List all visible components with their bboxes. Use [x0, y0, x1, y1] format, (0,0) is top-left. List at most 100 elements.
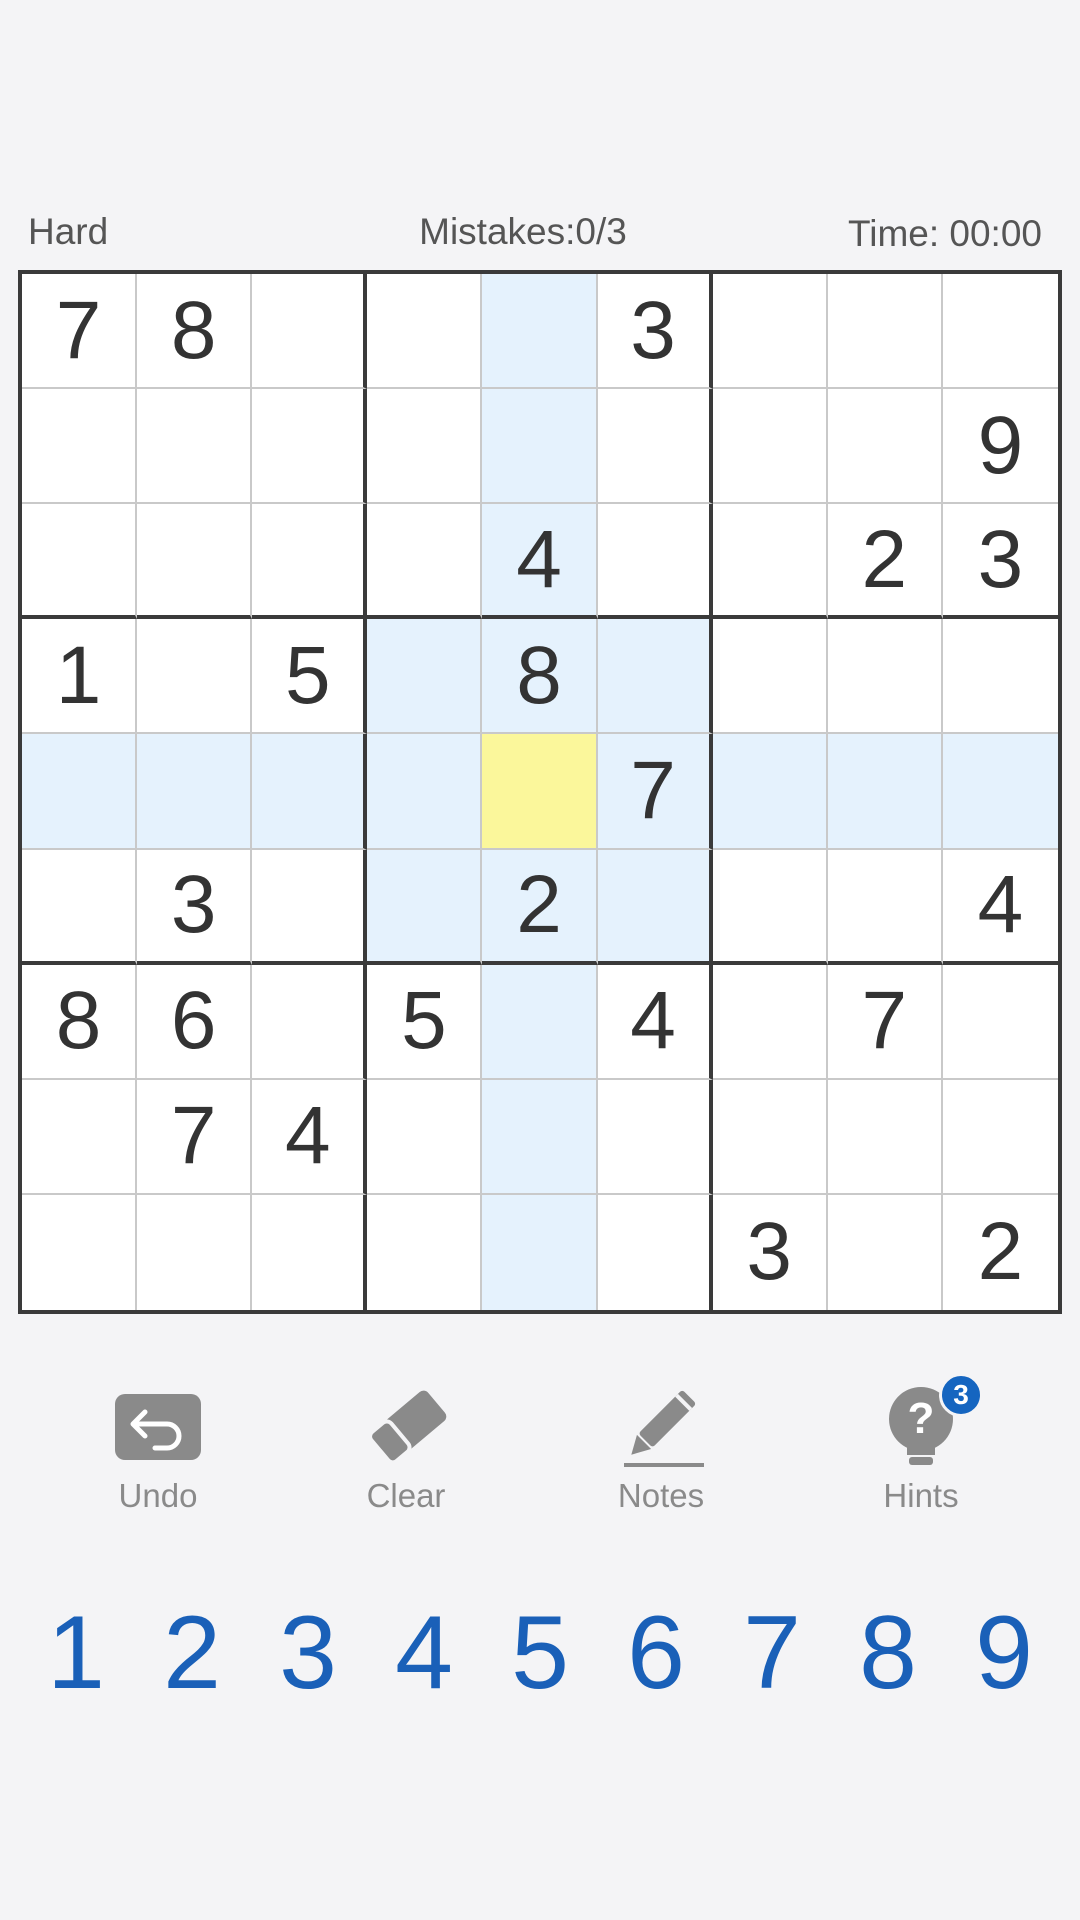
sudoku-cell-r6c5[interactable]: 2	[482, 849, 598, 965]
number-key-9[interactable]: 9	[946, 1595, 1062, 1711]
sudoku-cell-r6c9[interactable]: 4	[942, 849, 1058, 965]
sudoku-cell-r3c6[interactable]	[597, 504, 713, 620]
sudoku-cell-r9c3[interactable]	[252, 1194, 368, 1310]
sudoku-cell-r1c8[interactable]	[827, 274, 943, 390]
hints-button[interactable]: ? 3 Hints	[831, 1373, 1011, 1525]
sudoku-cell-r8c5[interactable]	[482, 1079, 598, 1195]
sudoku-cell-r1c2[interactable]: 8	[137, 274, 253, 390]
sudoku-cell-r8c4[interactable]	[367, 1079, 483, 1195]
sudoku-cell-r4c5[interactable]: 8	[482, 619, 598, 735]
sudoku-cell-r5c1[interactable]	[22, 734, 138, 850]
sudoku-cell-r5c2[interactable]	[137, 734, 253, 850]
sudoku-cell-r6c1[interactable]	[22, 849, 138, 965]
sudoku-cell-r7c9[interactable]	[942, 964, 1058, 1080]
sudoku-cell-r5c5[interactable]	[482, 734, 598, 850]
number-key-1[interactable]: 1	[18, 1595, 134, 1711]
sudoku-cell-r9c6[interactable]	[597, 1194, 713, 1310]
sudoku-cell-r8c3[interactable]: 4	[252, 1079, 368, 1195]
sudoku-cell-r4c7[interactable]	[712, 619, 828, 735]
sudoku-cell-r1c7[interactable]	[712, 274, 828, 390]
sudoku-cell-r9c7[interactable]: 3	[712, 1194, 828, 1310]
sudoku-cell-r9c4[interactable]	[367, 1194, 483, 1310]
svg-text:?: ?	[908, 1394, 935, 1443]
sudoku-cell-r3c3[interactable]	[252, 504, 368, 620]
sudoku-cell-r6c7[interactable]	[712, 849, 828, 965]
sudoku-cell-r7c7[interactable]	[712, 964, 828, 1080]
number-key-3[interactable]: 3	[250, 1595, 366, 1711]
sudoku-cell-r4c1[interactable]: 1	[22, 619, 138, 735]
sudoku-cell-r6c2[interactable]: 3	[137, 849, 253, 965]
hints-count-badge: 3	[939, 1373, 983, 1417]
sudoku-cell-r1c6[interactable]: 3	[597, 274, 713, 390]
sudoku-cell-r9c9[interactable]: 2	[942, 1194, 1058, 1310]
sudoku-cell-r6c4[interactable]	[367, 849, 483, 965]
sudoku-cell-r2c9[interactable]: 9	[942, 389, 1058, 505]
sudoku-cell-r5c4[interactable]	[367, 734, 483, 850]
sudoku-cell-r9c2[interactable]	[137, 1194, 253, 1310]
sudoku-cell-r7c3[interactable]	[252, 964, 368, 1080]
sudoku-cell-r9c8[interactable]	[827, 1194, 943, 1310]
number-key-5[interactable]: 5	[482, 1595, 598, 1711]
sudoku-cell-r4c8[interactable]	[827, 619, 943, 735]
sudoku-cell-r2c4[interactable]	[367, 389, 483, 505]
toolbar: Undo Clear Notes ? 3 Hints	[0, 1373, 1080, 1525]
sudoku-cell-r4c3[interactable]: 5	[252, 619, 368, 735]
sudoku-cell-r7c5[interactable]	[482, 964, 598, 1080]
sudoku-cell-r8c7[interactable]	[712, 1079, 828, 1195]
sudoku-cell-r7c4[interactable]: 5	[367, 964, 483, 1080]
sudoku-cell-r3c8[interactable]: 2	[827, 504, 943, 620]
sudoku-cell-r7c2[interactable]: 6	[137, 964, 253, 1080]
sudoku-cell-r3c2[interactable]	[137, 504, 253, 620]
sudoku-cell-r4c6[interactable]	[597, 619, 713, 735]
sudoku-cell-r1c3[interactable]	[252, 274, 368, 390]
number-key-7[interactable]: 7	[714, 1595, 830, 1711]
sudoku-cell-r2c6[interactable]	[597, 389, 713, 505]
number-key-4[interactable]: 4	[366, 1595, 482, 1711]
sudoku-cell-r5c8[interactable]	[827, 734, 943, 850]
sudoku-cell-r6c6[interactable]	[597, 849, 713, 965]
sudoku-cell-r7c6[interactable]: 4	[597, 964, 713, 1080]
sudoku-cell-r7c1[interactable]: 8	[22, 964, 138, 1080]
notes-label: Notes	[617, 1477, 705, 1514]
sudoku-cell-r3c9[interactable]: 3	[942, 504, 1058, 620]
sudoku-cell-r3c7[interactable]	[712, 504, 828, 620]
sudoku-cell-r1c5[interactable]	[482, 274, 598, 390]
sudoku-cell-r5c7[interactable]	[712, 734, 828, 850]
sudoku-cell-r8c2[interactable]: 7	[137, 1079, 253, 1195]
sudoku-cell-r7c8[interactable]: 7	[827, 964, 943, 1080]
sudoku-cell-r2c8[interactable]	[827, 389, 943, 505]
sudoku-cell-r8c1[interactable]	[22, 1079, 138, 1195]
sudoku-cell-r2c2[interactable]	[137, 389, 253, 505]
sudoku-cell-r3c4[interactable]	[367, 504, 483, 620]
sudoku-cell-r2c1[interactable]	[22, 389, 138, 505]
sudoku-cell-r3c1[interactable]	[22, 504, 138, 620]
sudoku-cell-r1c4[interactable]	[367, 274, 483, 390]
sudoku-cell-r3c5[interactable]: 4	[482, 504, 598, 620]
sudoku-cell-r5c9[interactable]	[942, 734, 1058, 850]
sudoku-cell-r4c9[interactable]	[942, 619, 1058, 735]
sudoku-cell-r9c1[interactable]	[22, 1194, 138, 1310]
sudoku-cell-r6c3[interactable]	[252, 849, 368, 965]
sudoku-cell-r4c4[interactable]	[367, 619, 483, 735]
sudoku-cell-r2c7[interactable]	[712, 389, 828, 505]
number-key-6[interactable]: 6	[598, 1595, 714, 1711]
sudoku-cell-r8c9[interactable]	[942, 1079, 1058, 1195]
undo-button[interactable]: Undo	[68, 1385, 248, 1525]
number-key-8[interactable]: 8	[830, 1595, 946, 1711]
clear-button[interactable]: Clear	[316, 1385, 496, 1525]
sudoku-cell-r6c8[interactable]	[827, 849, 943, 965]
sudoku-cell-r4c2[interactable]	[137, 619, 253, 735]
pencil-icon	[611, 1385, 711, 1469]
number-key-2[interactable]: 2	[134, 1595, 250, 1711]
notes-button[interactable]: Notes	[571, 1385, 751, 1525]
sudoku-cell-r5c6[interactable]: 7	[597, 734, 713, 850]
sudoku-cell-r9c5[interactable]	[482, 1194, 598, 1310]
sudoku-cell-r8c6[interactable]	[597, 1079, 713, 1195]
sudoku-cell-r1c9[interactable]	[942, 274, 1058, 390]
sudoku-cell-r2c5[interactable]	[482, 389, 598, 505]
undo-icon	[108, 1385, 208, 1469]
sudoku-cell-r8c8[interactable]	[827, 1079, 943, 1195]
sudoku-cell-r1c1[interactable]: 7	[22, 274, 138, 390]
sudoku-cell-r2c3[interactable]	[252, 389, 368, 505]
sudoku-cell-r5c3[interactable]	[252, 734, 368, 850]
